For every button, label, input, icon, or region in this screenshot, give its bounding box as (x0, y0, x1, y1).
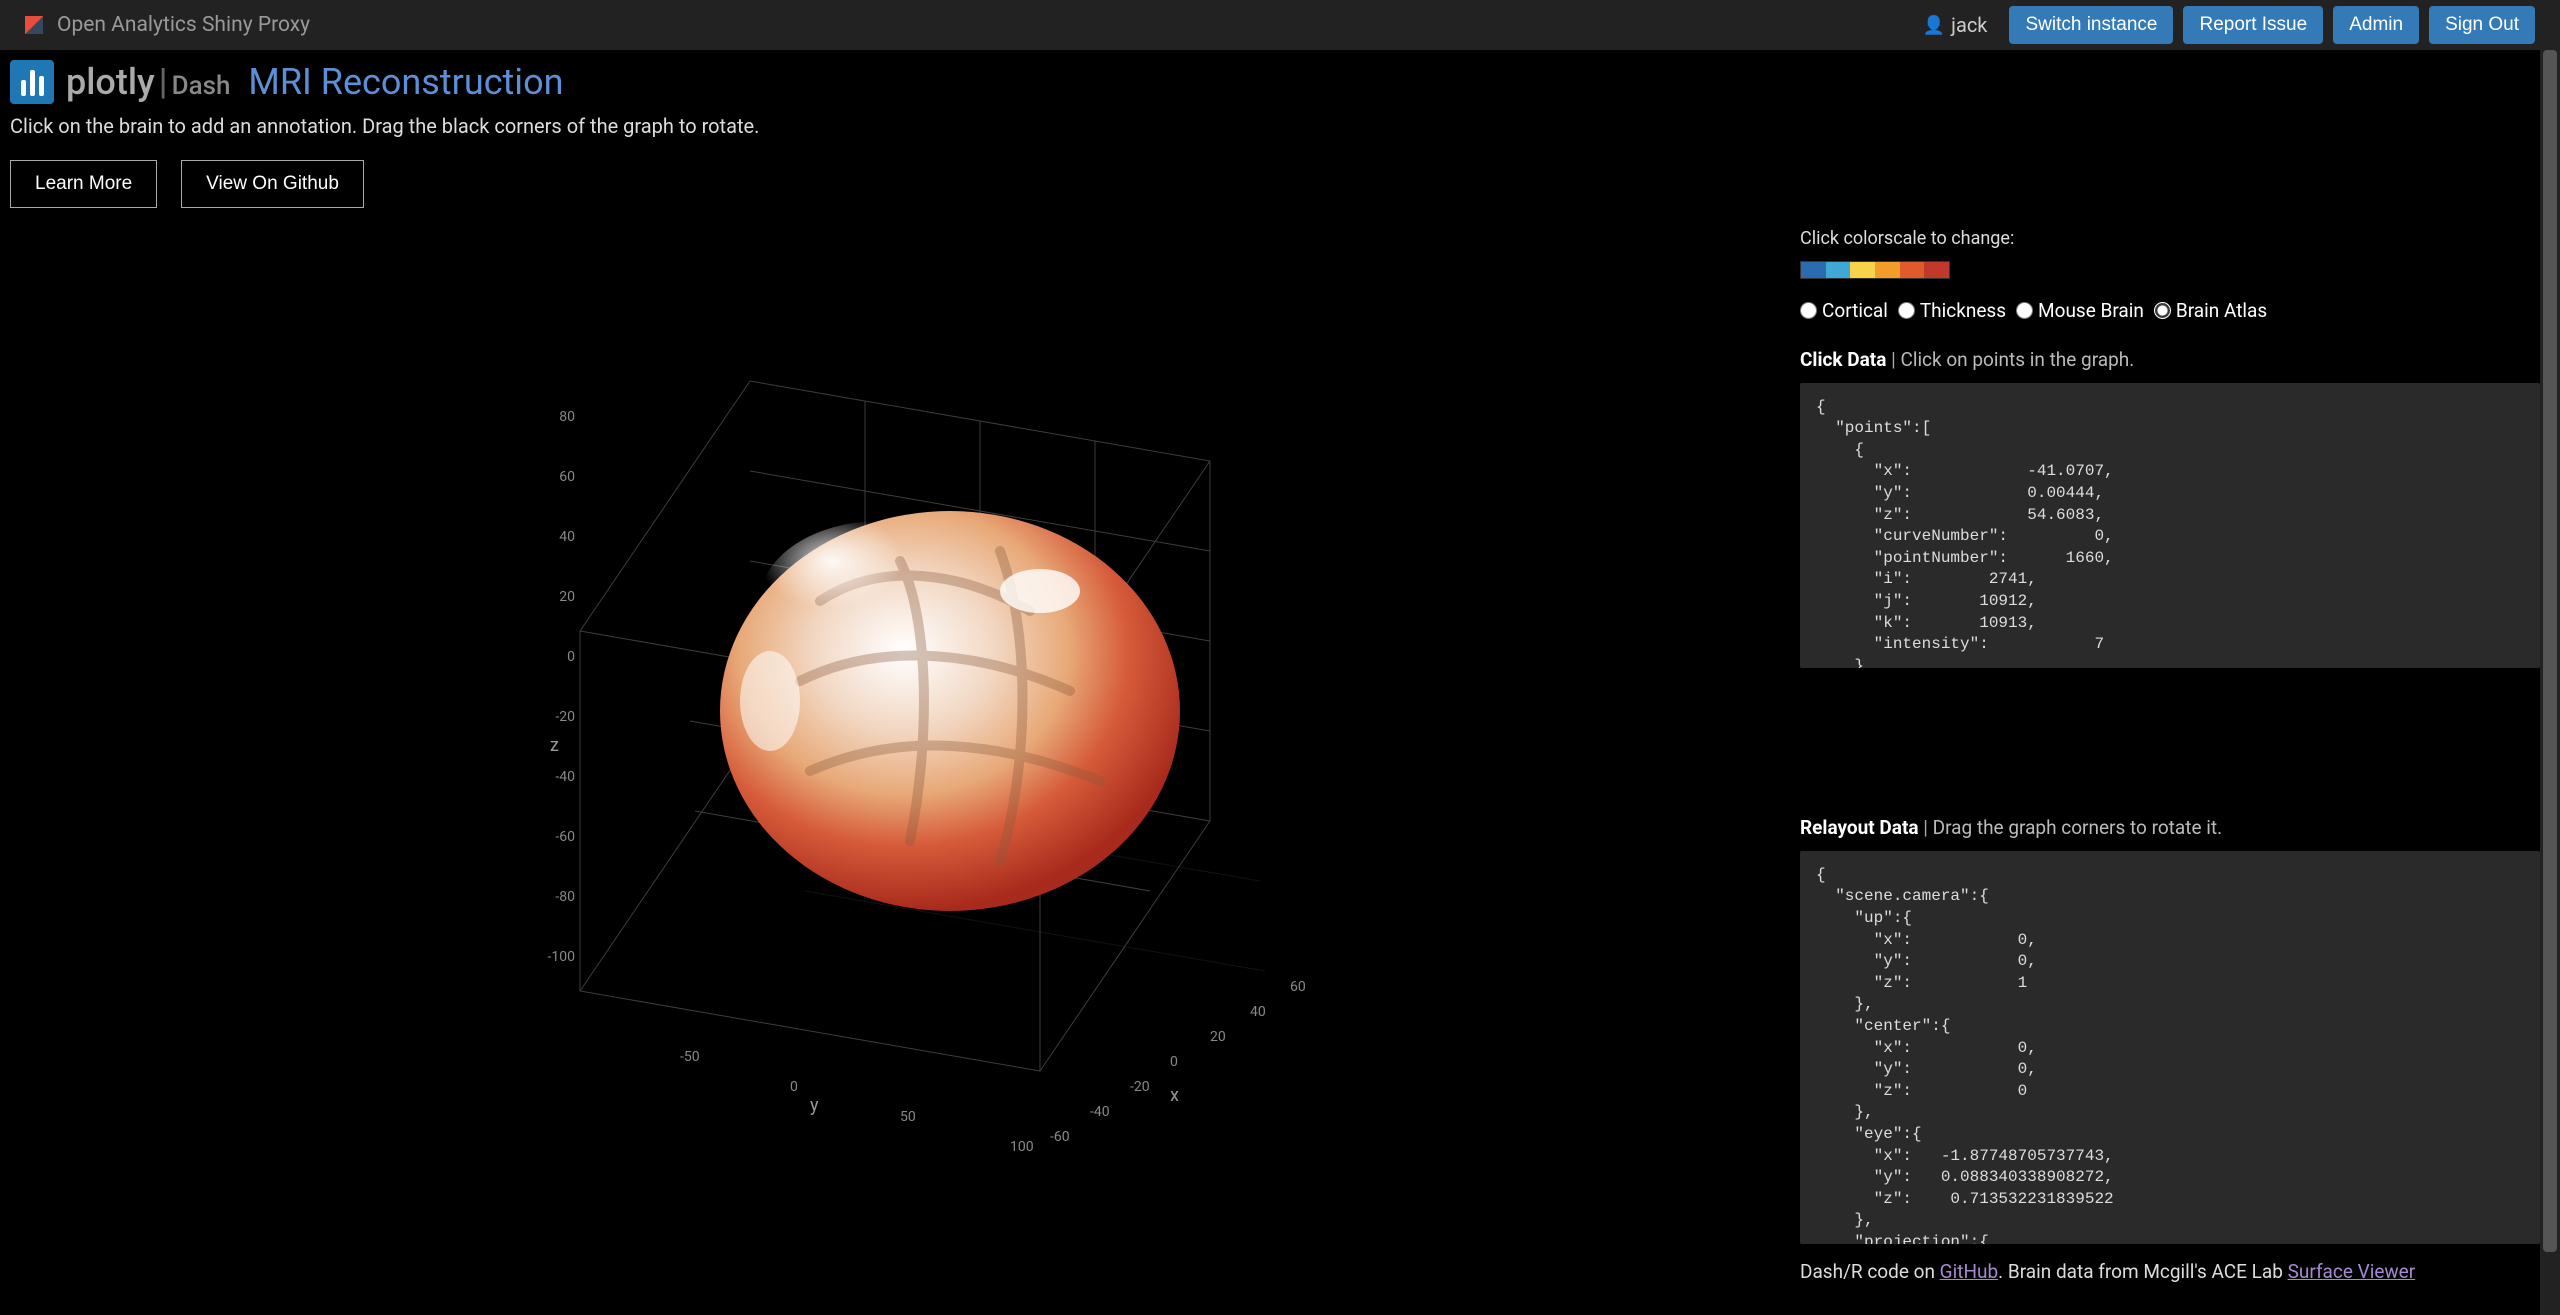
footer-surface-viewer-link[interactable]: Surface Viewer (2288, 1260, 2416, 1283)
radio-input[interactable] (2154, 302, 2171, 319)
colorscale-swatch[interactable] (1900, 262, 1925, 278)
switch-instance-button[interactable]: Switch instance (2009, 6, 2173, 44)
view-on-github-button[interactable]: View On Github (181, 160, 364, 208)
z-axis-label: z (550, 735, 559, 756)
svg-text:20: 20 (1210, 1029, 1226, 1045)
svg-text:-80: -80 (555, 889, 575, 905)
scrollbar-thumb[interactable] (2543, 50, 2557, 1252)
radio-label: Brain Atlas (2176, 299, 2267, 322)
app-title: Open Analytics Shiny Proxy (57, 13, 310, 37)
sign-out-button[interactable]: Sign Out (2429, 6, 2535, 44)
x-axis-label: x (1170, 1085, 1179, 1106)
radio-option-thickness[interactable]: Thickness (1898, 299, 2006, 322)
relayout-data-heading: Relayout Data | Drag the graph corners t… (1800, 816, 2540, 839)
page-header: plotly | Dash MRI Reconstruction Click o… (0, 50, 2560, 208)
radio-label: Cortical (1822, 299, 1888, 322)
brand-dash: Dash (172, 71, 231, 101)
radio-option-mouse-brain[interactable]: Mouse Brain (2016, 299, 2144, 322)
svg-text:-100: -100 (548, 949, 576, 965)
colorscale-swatch[interactable] (1801, 262, 1826, 278)
footer-github-link[interactable]: GitHub (1940, 1260, 1998, 1283)
user-indicator[interactable]: 👤 jack (1923, 13, 1988, 37)
page-scrollbar[interactable] (2540, 50, 2560, 1315)
x-axis-ticks: -60 -40 -20 0 20 40 60 (1050, 979, 1306, 1145)
report-issue-button[interactable]: Report Issue (2183, 6, 2323, 44)
svg-text:100: 100 (1010, 1139, 1034, 1155)
radio-input[interactable] (2016, 302, 2033, 319)
admin-button[interactable]: Admin (2333, 6, 2419, 44)
svg-text:-20: -20 (555, 709, 575, 725)
svg-text:80: 80 (559, 409, 575, 425)
svg-text:0: 0 (1170, 1054, 1178, 1070)
svg-text:-50: -50 (680, 1049, 700, 1065)
brain-3d-plot[interactable]: z y x 80 60 40 20 0 -20 -40 -60 -80 -100 (10, 218, 1790, 1283)
svg-text:60: 60 (1290, 979, 1306, 995)
dataset-radio-group: Cortical Thickness Mouse Brain Brain Atlas (1800, 299, 2540, 322)
colorscale-label: Click colorscale to change: (1800, 228, 2540, 249)
app-logo-icon (25, 16, 43, 34)
radio-label: Thickness (1920, 299, 2006, 322)
svg-text:-40: -40 (1090, 1104, 1110, 1120)
brand-text: plotly | Dash (66, 61, 230, 103)
colorscale-swatch[interactable] (1875, 262, 1900, 278)
svg-text:60: 60 (559, 469, 575, 485)
svg-text:-60: -60 (1050, 1129, 1070, 1145)
click-data-output: { "points":[ { "x": -41.0707, "y": 0.004… (1800, 383, 2540, 668)
svg-text:50: 50 (900, 1109, 916, 1125)
plotly-logo-icon (10, 60, 54, 104)
user-icon: 👤 (1923, 15, 1945, 36)
page-title: MRI Reconstruction (248, 61, 563, 103)
username: jack (1951, 13, 1987, 37)
colorscale-selector[interactable] (1800, 261, 1950, 279)
y-axis-ticks: -50 0 50 100 (680, 1049, 1034, 1155)
svg-text:-40: -40 (555, 769, 575, 785)
y-axis-label: y (810, 1095, 819, 1116)
svg-text:40: 40 (1250, 1004, 1266, 1020)
learn-more-button[interactable]: Learn More (10, 160, 157, 208)
svg-text:20: 20 (559, 589, 575, 605)
radio-input[interactable] (1898, 302, 1915, 319)
svg-text:0: 0 (567, 649, 575, 665)
brain-3d-svg: z y x 80 60 40 20 0 -20 -40 -60 -80 -100 (450, 301, 1350, 1201)
radio-input[interactable] (1800, 302, 1817, 319)
relayout-data-output: { "scene.camera":{ "up":{ "x": 0, "y": 0… (1800, 851, 2540, 1244)
right-panel: Click colorscale to change: Cortical Thic… (1800, 218, 2550, 1283)
radio-label: Mouse Brain (2038, 299, 2144, 322)
svg-text:40: 40 (559, 529, 575, 545)
colorscale-swatch[interactable] (1850, 262, 1875, 278)
brand-plotly: plotly (66, 61, 155, 103)
z-axis-ticks: 80 60 40 20 0 -20 -40 -60 -80 -100 (548, 409, 576, 965)
page-subtitle: Click on the brain to add an annotation.… (10, 114, 2550, 138)
footer-note: Dash/R code on GitHub. Brain data from M… (1800, 1260, 2540, 1283)
click-data-heading: Click Data | Click on points in the grap… (1800, 348, 2540, 371)
colorscale-swatch[interactable] (1924, 262, 1949, 278)
radio-option-brain-atlas[interactable]: Brain Atlas (2154, 299, 2267, 322)
svg-text:-20: -20 (1130, 1079, 1150, 1095)
top-navbar: Open Analytics Shiny Proxy 👤 jack Switch… (0, 0, 2560, 50)
svg-text:-60: -60 (555, 829, 575, 845)
svg-text:0: 0 (790, 1079, 798, 1095)
colorscale-swatch[interactable] (1826, 262, 1851, 278)
radio-option-cortical[interactable]: Cortical (1800, 299, 1888, 322)
